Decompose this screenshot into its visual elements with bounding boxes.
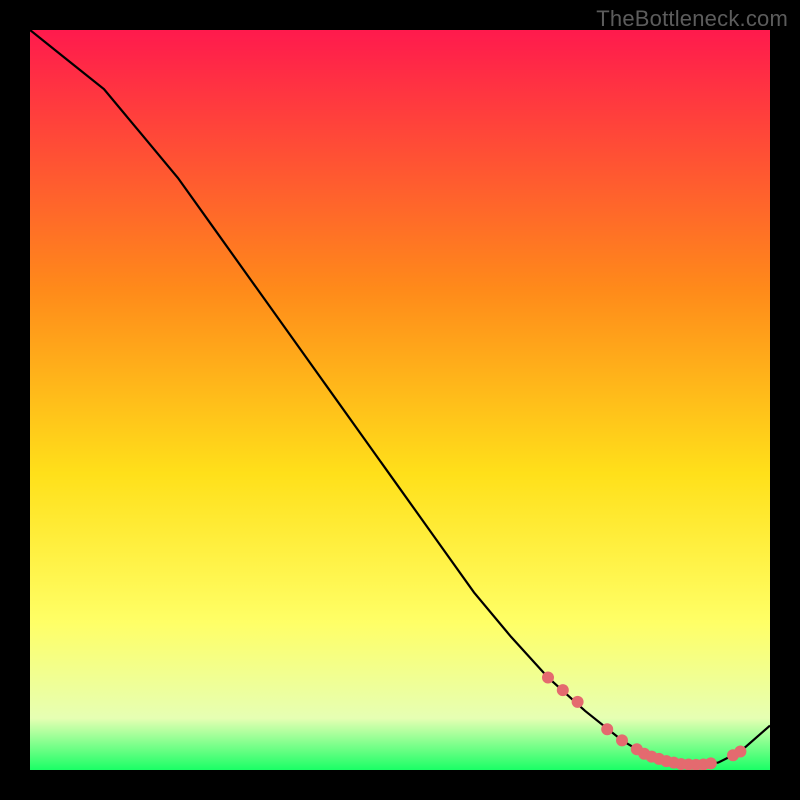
marker-dot — [616, 734, 628, 746]
marker-dot — [557, 684, 569, 696]
chart-frame: TheBottleneck.com — [0, 0, 800, 800]
gradient-background — [30, 30, 770, 770]
marker-dot — [601, 723, 613, 735]
marker-dot — [705, 757, 717, 769]
watermark-text: TheBottleneck.com — [596, 6, 788, 32]
chart-svg — [30, 30, 770, 770]
marker-dot — [734, 746, 746, 758]
marker-dot — [542, 672, 554, 684]
marker-dot — [572, 696, 584, 708]
plot-area — [30, 30, 770, 770]
